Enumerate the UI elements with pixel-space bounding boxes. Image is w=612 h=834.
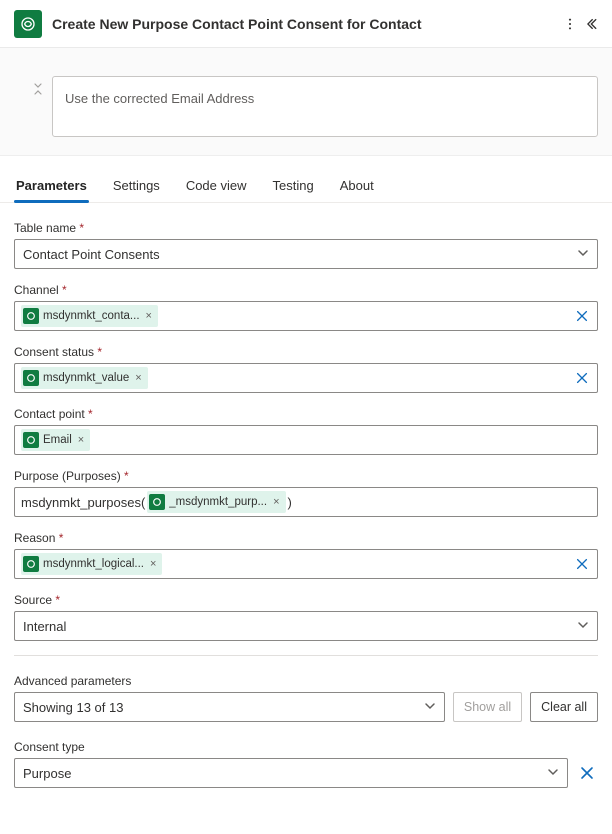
- token-icon: [149, 494, 165, 510]
- label-consent-status: Consent status: [14, 345, 598, 359]
- card-description: Use the corrected Email Address: [52, 76, 598, 137]
- tab-codeview[interactable]: Code view: [184, 170, 249, 202]
- collapse-button[interactable]: [582, 8, 606, 40]
- token-contact-point[interactable]: Email ×: [21, 429, 90, 451]
- input-purpose[interactable]: msdynmkt_purposes( _msdynmkt_purp... × ): [14, 487, 598, 517]
- token-purpose[interactable]: _msdynmkt_purp... ×: [147, 491, 285, 513]
- tab-testing[interactable]: Testing: [271, 170, 316, 202]
- tab-about[interactable]: About: [338, 170, 376, 202]
- token-consent-status[interactable]: msdynmkt_value ×: [21, 367, 148, 389]
- divider: [14, 655, 598, 656]
- token-remove[interactable]: ×: [133, 372, 143, 384]
- expr-prefix: msdynmkt_purposes(: [21, 495, 145, 510]
- panel-header: Create New Purpose Contact Point Consent…: [0, 0, 612, 48]
- chevron-down-icon: [547, 766, 559, 781]
- token-reason[interactable]: msdynmkt_logical... ×: [21, 553, 162, 575]
- token-text: _msdynmkt_purp...: [169, 496, 267, 508]
- label-source: Source: [14, 593, 598, 607]
- token-text: msdynmkt_logical...: [43, 558, 144, 570]
- token-text: msdynmkt_value: [43, 372, 129, 384]
- show-all-button[interactable]: Show all: [453, 692, 522, 722]
- select-value: Showing 13 of 13: [23, 700, 123, 715]
- more-button[interactable]: [558, 8, 582, 40]
- input-channel[interactable]: msdynmkt_conta... ×: [14, 301, 598, 331]
- label-purpose: Purpose (Purposes): [14, 469, 598, 483]
- label-consent-type: Consent type: [14, 740, 568, 754]
- token-icon: [23, 370, 39, 386]
- select-value: Purpose: [23, 766, 71, 781]
- tab-parameters[interactable]: Parameters: [14, 170, 89, 202]
- remove-row-button[interactable]: [576, 762, 598, 784]
- token-icon: [23, 556, 39, 572]
- chevron-down-icon: [424, 700, 436, 715]
- label-reason: Reason: [14, 531, 598, 545]
- input-consent-status[interactable]: msdynmkt_value ×: [14, 363, 598, 393]
- token-text: Email: [43, 434, 72, 446]
- token-icon: [23, 308, 39, 324]
- token-remove[interactable]: ×: [76, 434, 86, 446]
- label-table-name: Table name: [14, 221, 598, 235]
- connector-icon: [14, 10, 42, 38]
- page-title: Create New Purpose Contact Point Consent…: [52, 16, 558, 32]
- label-advanced: Advanced parameters: [14, 674, 598, 688]
- input-reason[interactable]: msdynmkt_logical... ×: [14, 549, 598, 579]
- token-remove[interactable]: ×: [148, 558, 158, 570]
- token-icon: [23, 432, 39, 448]
- select-value: Internal: [23, 619, 66, 634]
- select-value: Contact Point Consents: [23, 247, 160, 262]
- chevron-down-icon: [577, 619, 589, 634]
- clear-button[interactable]: [573, 555, 591, 573]
- tab-bar: Parameters Settings Code view Testing Ab…: [0, 170, 612, 203]
- chevron-down-icon: [577, 247, 589, 262]
- token-text: msdynmkt_conta...: [43, 310, 140, 322]
- select-consent-type[interactable]: Purpose: [14, 758, 568, 788]
- expr-suffix: ): [288, 495, 292, 510]
- select-table-name[interactable]: Contact Point Consents: [14, 239, 598, 269]
- label-contact-point: Contact point: [14, 407, 598, 421]
- tab-settings[interactable]: Settings: [111, 170, 162, 202]
- select-source[interactable]: Internal: [14, 611, 598, 641]
- token-channel[interactable]: msdynmkt_conta... ×: [21, 305, 158, 327]
- clear-button[interactable]: [573, 369, 591, 387]
- clear-button[interactable]: [573, 307, 591, 325]
- drag-handle-icon: [32, 82, 44, 100]
- label-channel: Channel: [14, 283, 598, 297]
- token-remove[interactable]: ×: [144, 310, 154, 322]
- select-advanced-summary[interactable]: Showing 13 of 13: [14, 692, 445, 722]
- action-card[interactable]: Use the corrected Email Address: [14, 76, 598, 137]
- input-contact-point[interactable]: Email ×: [14, 425, 598, 455]
- clear-all-button[interactable]: Clear all: [530, 692, 598, 722]
- token-remove[interactable]: ×: [271, 496, 281, 508]
